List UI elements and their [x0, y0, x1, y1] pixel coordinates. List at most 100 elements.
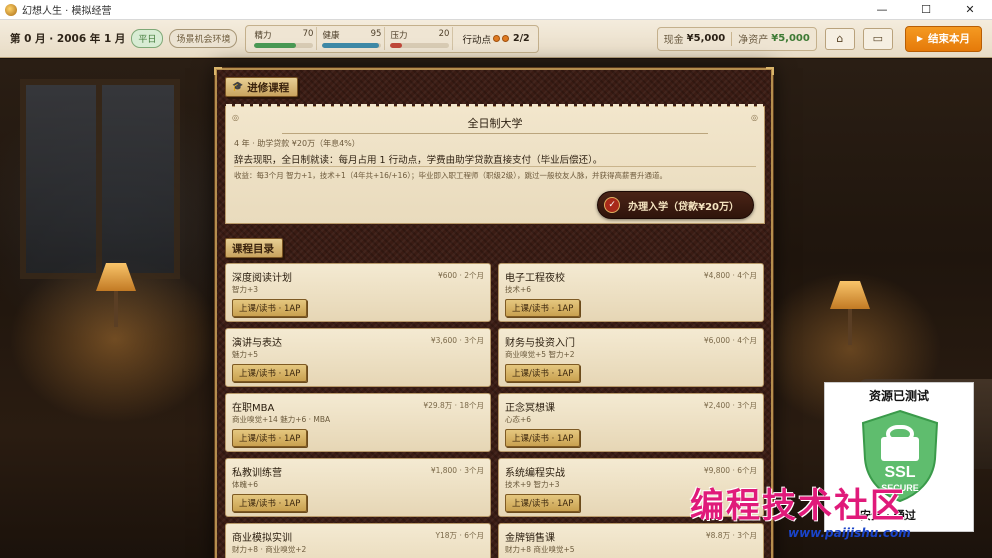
watermark-title: 资源已测试 [868, 389, 929, 403]
section-title-text: 进修课程 [247, 81, 290, 94]
course-effect: 智力+3 [232, 285, 259, 294]
home-button[interactable]: ⌂ [824, 27, 855, 50]
course-name: 电子工程夜校 [505, 273, 565, 284]
close-button[interactable]: ✕ [948, 0, 992, 20]
course-name: 系统编程实战 [505, 468, 565, 479]
course-name: 私教训练营 [232, 468, 282, 479]
course-name: 深度阅读计划 [232, 273, 292, 284]
enroll-button-label: 办理入学（贷款¥20万） [628, 201, 739, 213]
study-button[interactable]: 上课/读书 · 1AP [232, 429, 308, 447]
course-effect: 心态+6 [505, 415, 532, 424]
course-name: 商业模拟实训 [232, 533, 292, 544]
course-effect: 技术+9 智力+3 [505, 480, 560, 489]
app-icon [5, 3, 17, 16]
study-button[interactable]: 上课/读书 · 1AP [505, 299, 581, 317]
course-name: 财务与投资入门 [505, 338, 575, 349]
course-name: 正念冥想课 [505, 403, 555, 414]
course-effect: 商业嗅觉+14 魅力+6 · MBA [232, 415, 331, 424]
divider [234, 166, 756, 167]
enroll-button[interactable]: ✓ 办理入学（贷款¥20万） [597, 191, 754, 219]
section-title-study: 🎓 进修课程 [225, 77, 299, 97]
course-name: 金牌销售课 [505, 533, 555, 544]
course-price: ¥4,800 · 4个月 [703, 271, 757, 280]
university-effect: 收益：每3个月 智力+1，技术+1（4年共+16/+16）；毕业即入职工程师（职… [234, 171, 667, 180]
course-price: ¥1,800 · 3个月 [430, 466, 484, 475]
study-button[interactable]: 上课/读书 · 1AP [505, 429, 581, 447]
room-window [20, 79, 180, 279]
stat-bar [390, 43, 450, 48]
course-card: 金牌销售课¥8.8万 · 3个月财力+8 商业嗅觉+5上课/读书 · 1AP [498, 523, 764, 558]
course-price: ¥3,600 · 3个月 [430, 336, 484, 345]
play-icon: ▶ [916, 34, 923, 43]
stat-bar [322, 43, 382, 48]
course-card: 正念冥想课 ¥2,400 · 3个月 心态+6 上课/读书 · 1AP [498, 393, 764, 452]
stat-bar-fill [254, 43, 296, 48]
section-title-courses: 课程目录 [225, 238, 283, 258]
event-badge[interactable]: 场景机会环境 [169, 29, 238, 48]
lamp-right-icon [830, 281, 870, 309]
course-effect: 财力+8 · 商业嗅觉+2 [232, 545, 307, 554]
cash-label: 现金 [663, 35, 684, 46]
ap-token-icon [501, 35, 509, 42]
stat-value: 20 [438, 29, 450, 39]
course-card: 在职MBA ¥29.8万 · 18个月 商业嗅觉+14 魅力+6 · MBA 上课/读… [225, 393, 491, 452]
watermark-url: www.paijishu.com [788, 526, 911, 540]
course-effect: 技术+6 [505, 285, 532, 294]
study-button[interactable]: 上课/读书 · 1AP [505, 494, 581, 512]
window-controls: — ☐ ✕ [860, 0, 992, 20]
course-card: 电子工程夜校 ¥4,800 · 4个月技术+6 上课/读书 · 1AP [498, 263, 764, 322]
course-price: ¥600 · 2个月 [437, 271, 484, 280]
divider [282, 133, 708, 134]
course-card: 商业模拟实训Y18万 · 6个月财力+8 · 商业嗅觉+2上课/读书 · 1AP [225, 523, 491, 558]
study-button[interactable]: 上课/读书 · 1AP [505, 364, 581, 382]
lamp-stand [848, 309, 852, 345]
course-effect: 体魄+6 [232, 480, 259, 489]
course-card: 深度阅读计划 ¥600 · 2个月智力+3 上课/读书 · 1AP [225, 263, 491, 322]
course-card: 私教训练营 ¥1,800 · 3个月体魄+6 上课/读书 · 1AP [225, 458, 491, 517]
stat-stress: 压力 20 [387, 27, 454, 50]
university-meta: 4 年 · 助学贷款 ¥20万（年息4%） [234, 139, 360, 148]
stat-health: 健康 95 [319, 27, 386, 50]
study-button[interactable]: 上课/读书 · 1AP [232, 299, 308, 317]
course-price: ¥8.8万 · 3个月 [705, 531, 757, 540]
ap-value: 2/2 [512, 33, 530, 44]
home-icon: ⌂ [836, 32, 844, 45]
game-hud: 第 0 月 · 2006 年 1 月 平日 场景机会环境 精力 70 健康 95 压… [0, 20, 992, 58]
ap-label: 行动点 [462, 34, 491, 46]
course-effect: 魅力+5 [232, 350, 259, 359]
computer-button[interactable]: ▭ [862, 27, 893, 50]
stat-value: 95 [370, 29, 382, 39]
stat-label: 压力 [390, 31, 408, 41]
panel-corner [766, 67, 774, 75]
minimize-button[interactable]: — [860, 0, 904, 20]
course-effect: 财力+8 商业嗅觉+5 [505, 545, 575, 554]
net-worth-value: ¥5,000 [771, 33, 810, 44]
course-card: 演讲与表达 ¥3,600 · 3个月 魅力+5 上课/读书 · 1AP [225, 328, 491, 387]
study-button[interactable]: 上课/读书 · 1AP [232, 494, 308, 512]
stat-label: 健康 [322, 31, 340, 41]
weekday-badge: 平日 [131, 29, 164, 48]
stat-label: 精力 [254, 31, 272, 41]
window-titlebar: 幻想人生 · 模拟经营 — ☐ ✕ [0, 0, 992, 20]
money-panel: 现金 ¥5,000 净资产 ¥5,000 [656, 26, 817, 51]
check-badge-icon: ✓ [604, 197, 621, 213]
study-button[interactable]: 上课/读书 · 1AP [232, 364, 308, 382]
course-card: 财务与投资入门 ¥6,000 · 4个月 商业嗅觉+5 智力+2 上课/读书 · 1A… [498, 328, 764, 387]
net-worth-label: 净资产 [738, 35, 769, 46]
stat-bar [254, 43, 314, 48]
course-price: ¥29.8万 · 18个月 [423, 401, 484, 410]
course-price: ¥6,000 · 4个月 [703, 336, 757, 345]
ap-token-icon [492, 35, 500, 42]
game-date: 第 0 月 · 2006 年 1 月 [10, 33, 126, 45]
stat-value: 70 [302, 29, 314, 39]
window-title: 幻想人生 · 模拟经营 [22, 6, 112, 17]
section-title-text: 课程目录 [232, 242, 274, 255]
maximize-button[interactable]: ☐ [904, 0, 948, 20]
end-month-label: 结束本月 [928, 33, 970, 45]
end-month-button[interactable]: ▶ 结束本月 [904, 25, 982, 52]
stat-bar-fill [390, 43, 403, 48]
course-price: Y18万 · 6个月 [435, 531, 484, 540]
university-title: 全日制大学 [467, 117, 523, 130]
divider [731, 31, 733, 46]
graduation-cap-icon: 🎓 [232, 82, 244, 92]
